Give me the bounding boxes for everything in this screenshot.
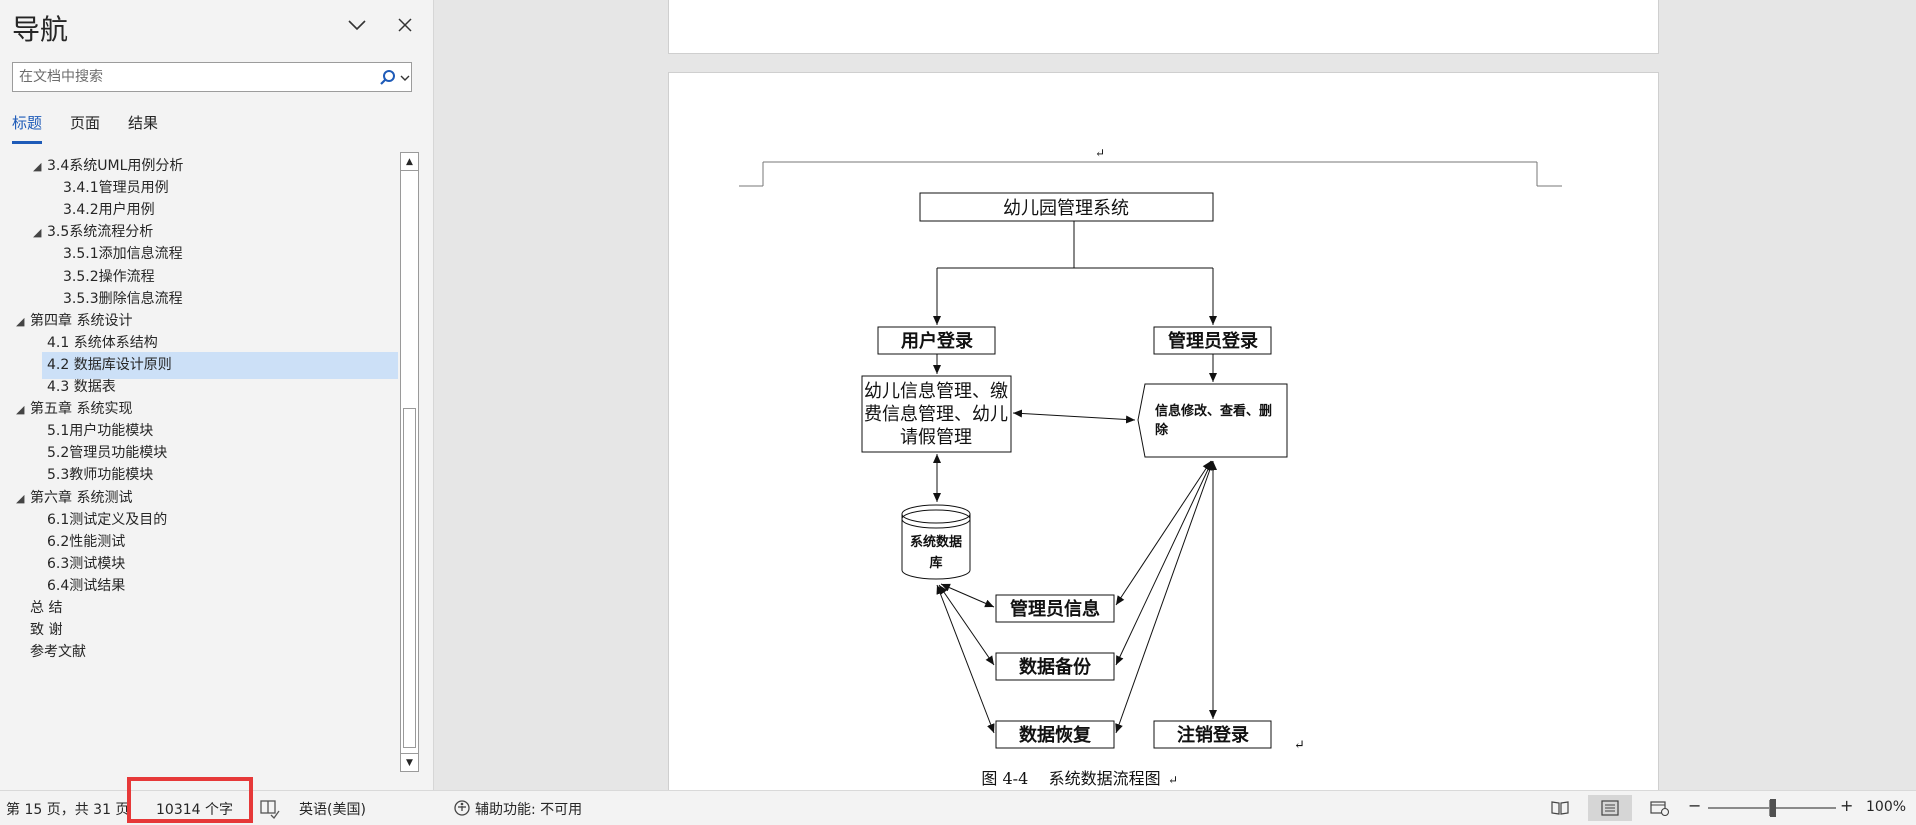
database-label-1: 系统数据 (910, 534, 962, 550)
zoom-in-button[interactable]: + (1840, 796, 1853, 815)
logout-label: 注销登录 (1177, 724, 1249, 746)
user-login-label: 用户登录 (901, 330, 973, 352)
scroll-up-button[interactable]: ▲ (401, 153, 418, 171)
page-count[interactable]: 第 15 页，共 31 页 (6, 799, 129, 819)
nav-options-button[interactable] (342, 10, 372, 40)
page-layout-icon (1601, 800, 1619, 816)
language-indicator[interactable]: 英语(美国) (299, 799, 366, 819)
zoom-thumb[interactable] (1770, 799, 1776, 817)
print-layout-button[interactable] (1588, 795, 1632, 821)
system-data-flowchart: ↵ 幼儿园管理系统 用户登录 管理员登录 幼儿信息管理、缴 费信息管理、幼儿 请… (739, 146, 1562, 788)
heading-label: 参考文献 (30, 644, 86, 661)
root-label: 幼儿园管理系统 (1003, 198, 1129, 219)
word-count-highlight (127, 777, 253, 823)
navigation-pane: 导航 标题页面结果 ◢3.4系统UML用例分析3.4.1管理员用例3.4.2用户… (0, 0, 434, 790)
database-label-2: 库 (929, 555, 942, 571)
user-functions-line-2: 费信息管理、幼儿 (864, 404, 1008, 425)
zoom-level[interactable]: 100% (1866, 799, 1906, 815)
read-mode-button[interactable] (1538, 795, 1582, 821)
word-window: 导航 标题页面结果 ◢3.4系统UML用例分析3.4.1管理员用例3.4.2用户… (0, 0, 1916, 825)
data-restore-label: 数据恢复 (1019, 724, 1092, 746)
chevron-down-icon (348, 20, 366, 31)
search-icon[interactable] (379, 69, 397, 87)
web-layout-icon (1650, 801, 1670, 816)
previous-page (668, 0, 1659, 54)
scroll-thumb[interactable] (403, 408, 416, 748)
tab-1[interactable]: 页面 (70, 112, 100, 144)
document-area: ↵ 幼儿园管理系统 用户登录 管理员登录 幼儿信息管理、缴 费信息管理、幼儿 请… (435, 0, 1916, 790)
nav-tabs: 标题 页面 结果 (12, 112, 158, 146)
user-functions-line-3: 请假管理 (900, 427, 972, 448)
nav-scrollbar[interactable]: ▲ ▼ (400, 152, 419, 772)
admin-login-label: 管理员登录 (1168, 330, 1258, 352)
search-input[interactable] (13, 63, 373, 91)
admin-functions-line-1: 信息修改、查看、删 (1155, 403, 1272, 419)
admin-functions-box (1137, 383, 1288, 458)
nav-title: 导航 (12, 13, 69, 46)
data-backup-label: 数据备份 (1019, 656, 1092, 678)
search-box (12, 62, 412, 92)
scroll-down-button[interactable]: ▼ (401, 753, 418, 771)
figure-caption: 图 4-4 系统数据流程图 (981, 769, 1160, 788)
document-page: ↵ 幼儿园管理系统 用户登录 管理员登录 幼儿信息管理、缴 费信息管理、幼儿 请… (668, 72, 1659, 790)
header-rule (739, 161, 1562, 187)
nav-close-button[interactable] (390, 10, 420, 40)
paragraph-mark: ↵ (1294, 738, 1305, 753)
zoom-slider[interactable] (1708, 799, 1836, 817)
tab-0[interactable]: 标题 (12, 112, 43, 144)
zoom-out-button[interactable]: − (1688, 796, 1701, 815)
admin-info-label: 管理员信息 (1010, 598, 1100, 620)
paragraph-mark: ↵ (1095, 146, 1105, 160)
heading-tree: ◢ 3.4系统UML用例分析 3.4.1管理员用例 3.4.2用户用例 ◢ 3.5系统流程… (0, 153, 398, 773)
search-options-dropdown[interactable] (399, 71, 411, 85)
heading-item[interactable]: 参考文献 (0, 639, 398, 666)
accessibility-status[interactable]: 辅助功能: 不可用 (475, 799, 582, 819)
admin-functions-line-2: 除 (1155, 422, 1169, 438)
book-icon (1551, 801, 1569, 815)
status-bar: 第 15 页，共 31 页 10314 个字 英语(美国) 辅助功能: 不可用 … (0, 777, 1916, 825)
proofing-icon[interactable] (258, 797, 280, 819)
paragraph-mark: ↵ (1168, 773, 1178, 787)
user-functions-line-1: 幼儿信息管理、缴 (864, 381, 1008, 402)
close-icon (398, 18, 412, 32)
web-layout-button[interactable] (1638, 795, 1682, 821)
tab-2[interactable]: 结果 (128, 112, 158, 144)
accessibility-icon[interactable] (452, 798, 472, 818)
